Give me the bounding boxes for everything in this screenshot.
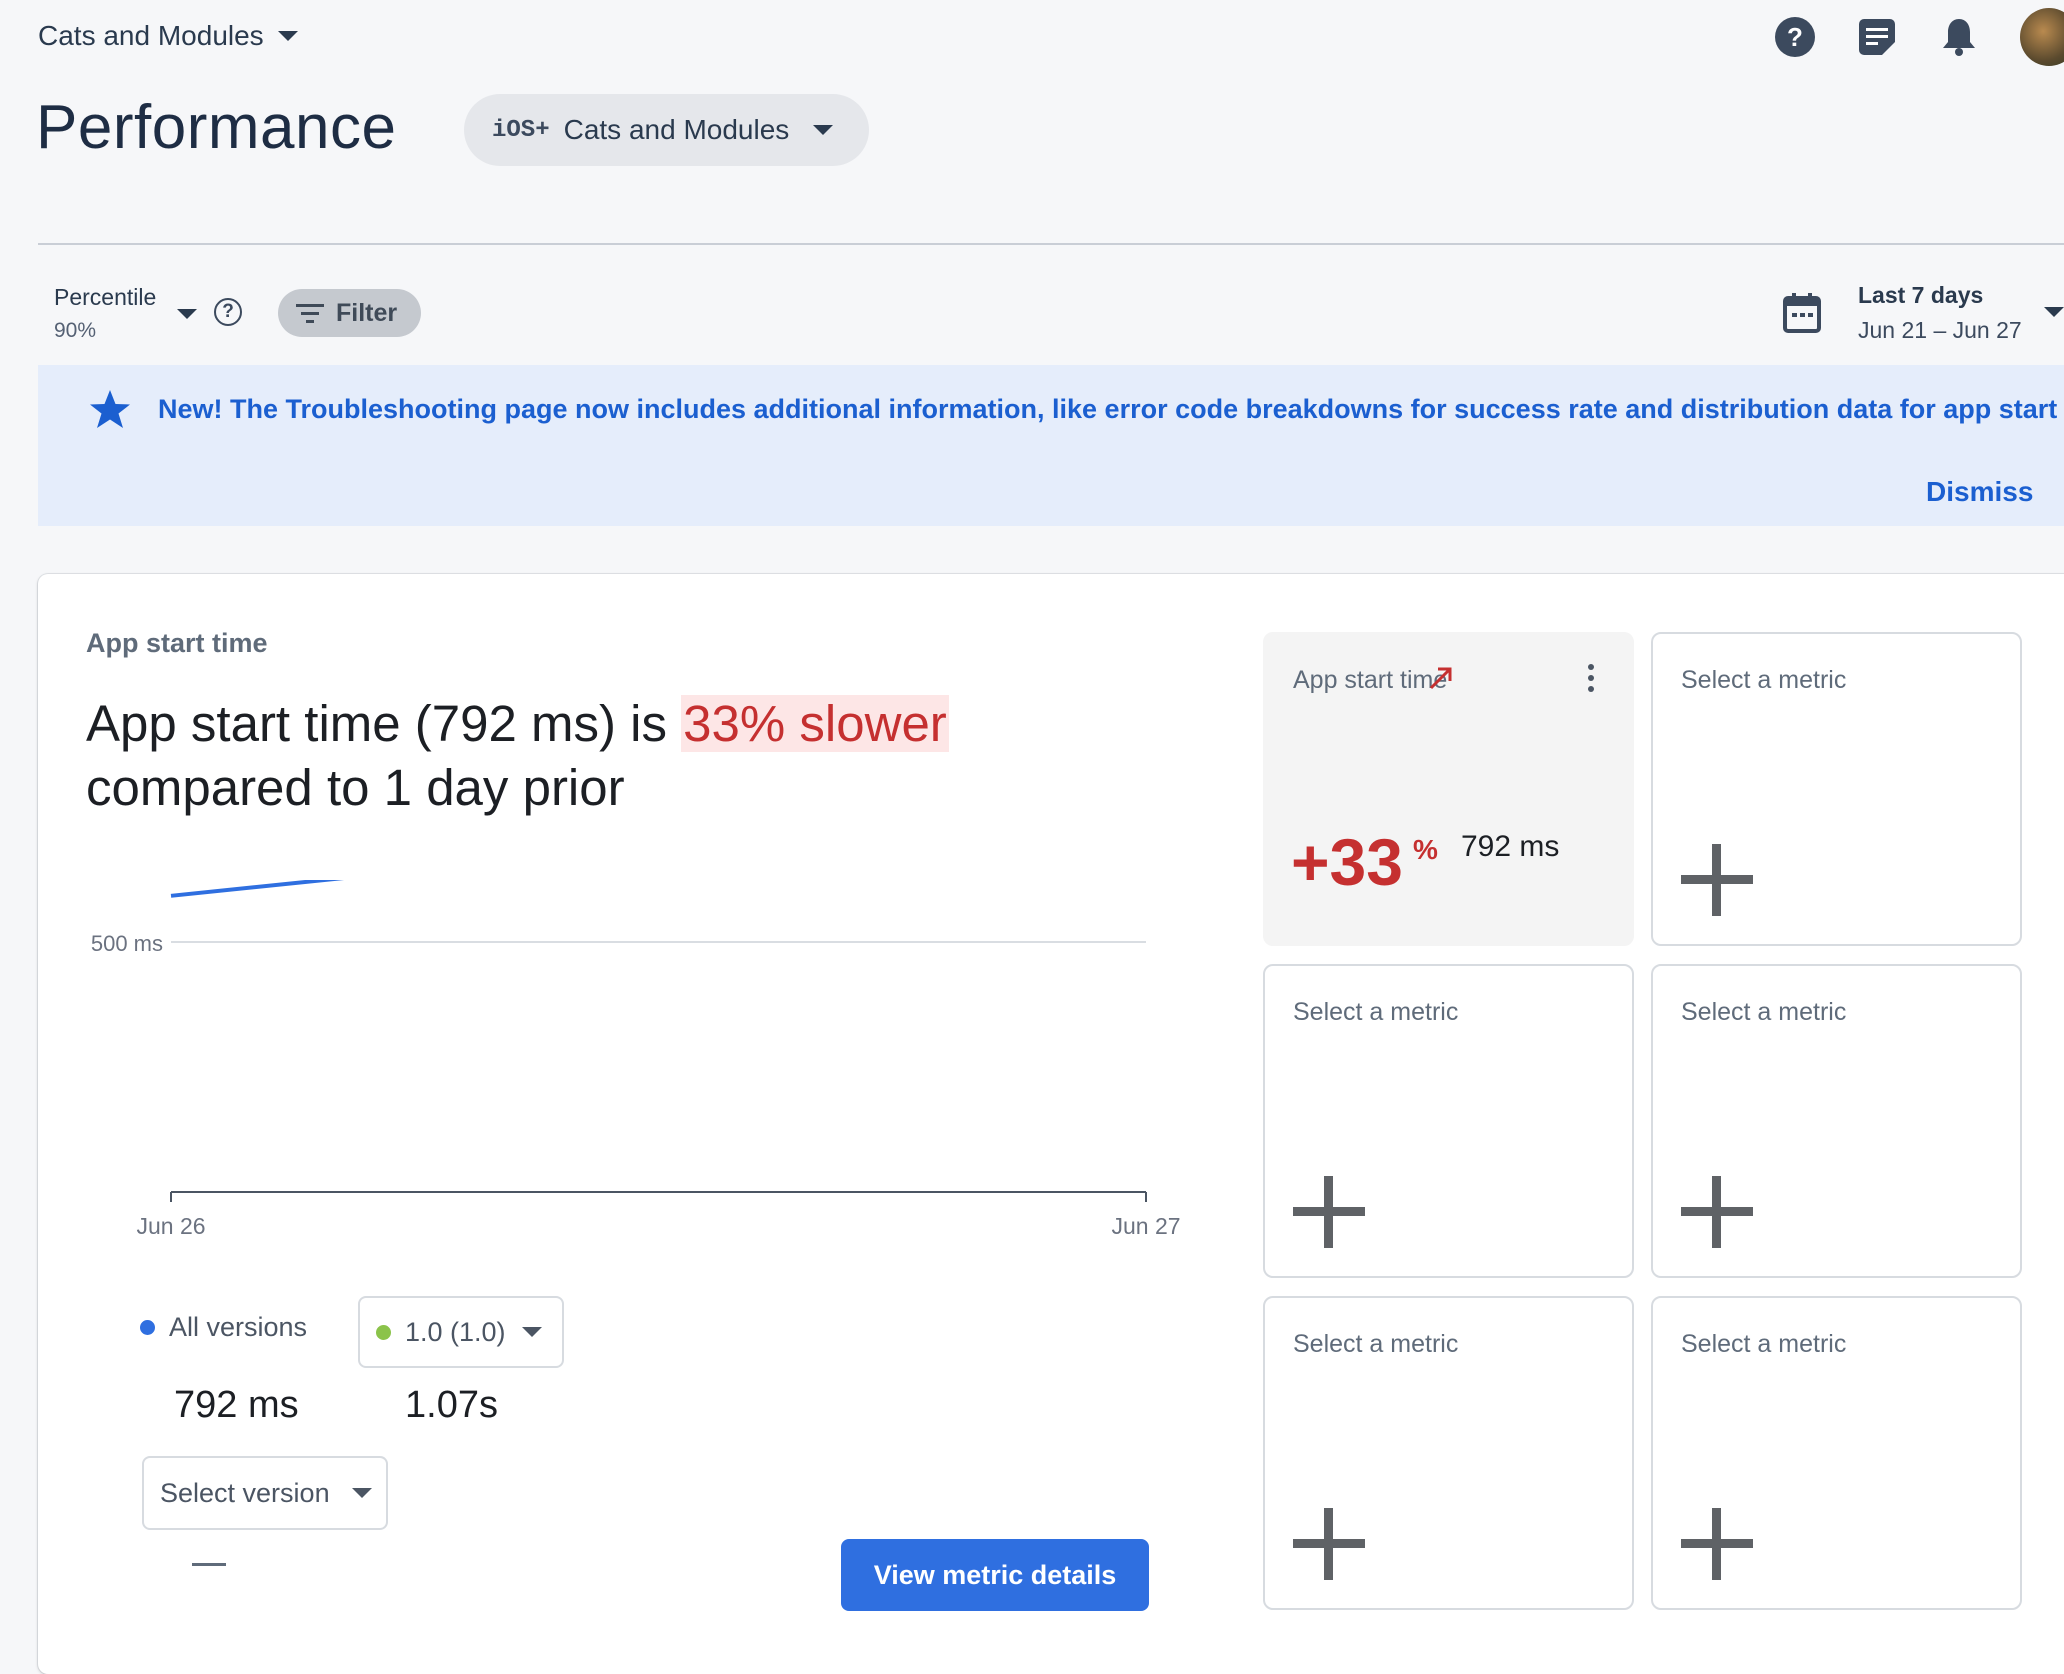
headline-suffix: compared to 1 day prior: [86, 759, 625, 816]
select-version-label: Select version: [160, 1477, 330, 1508]
all-versions-dot: [140, 1320, 155, 1335]
legend-all-versions: All versions: [140, 1312, 307, 1343]
metric-tile-app-start[interactable]: App start time +33 % 792 ms: [1263, 632, 1634, 946]
x-tick-label: Jun 27: [1111, 1213, 1180, 1239]
percentile-label: Percentile: [54, 284, 157, 310]
tile-label: Select a metric: [1681, 998, 1847, 1026]
card-label: App start time: [86, 628, 268, 658]
date-range-picker[interactable]: Last 7 days Jun 21 – Jun 27: [1782, 282, 2022, 344]
add-icon: [1293, 1508, 1365, 1580]
tile-label: App start time: [1293, 666, 1448, 694]
version-label: 1.0 (1.0): [405, 1316, 506, 1347]
tile-label: Select a metric: [1681, 666, 1847, 694]
metric-tile-empty[interactable]: Select a metric: [1651, 1296, 2022, 1610]
value-version: 1.07s: [405, 1384, 498, 1426]
notifications-icon[interactable]: [1938, 16, 1980, 58]
headline-highlight: 33% slower: [681, 695, 949, 752]
y-tick-label: 500 ms: [91, 931, 163, 956]
tile-change: +33: [1291, 825, 1403, 899]
metric-tile-empty[interactable]: Select a metric: [1651, 964, 2022, 1278]
add-icon: [1293, 1176, 1365, 1248]
metric-tile-empty[interactable]: Select a metric: [1263, 964, 1634, 1278]
line-chart: 500 ms1.00sJun 26Jun 27: [91, 880, 1181, 1239]
percentile-help-icon[interactable]: ?: [214, 298, 242, 326]
more-vert-icon[interactable]: [1588, 664, 1596, 692]
chevron-down-icon: [277, 31, 298, 41]
tile-change-unit: %: [1413, 834, 1438, 865]
filter-button[interactable]: Filter: [278, 289, 422, 337]
date-range-dates: Jun 21 – Jun 27: [1858, 317, 2022, 343]
select-version-dropdown[interactable]: Select version: [142, 1456, 388, 1530]
help-icon[interactable]: ?: [1774, 16, 1816, 58]
empty-value-dash: [192, 1563, 226, 1566]
calendar-icon: [1783, 293, 1821, 333]
tile-label: Select a metric: [1293, 1330, 1459, 1358]
top-actions: ?: [1774, 8, 2064, 66]
chevron-down-icon: [813, 125, 834, 135]
chevron-down-icon: [521, 1327, 542, 1337]
percentile-dropdown-icon[interactable]: [177, 309, 197, 319]
tile-value: 792 ms: [1461, 830, 1560, 863]
version-dot: [376, 1324, 391, 1340]
add-icon: [1681, 1508, 1753, 1580]
metric-tile-empty[interactable]: Select a metric: [1263, 1296, 1634, 1610]
banner-message: New! The Troubleshooting page now includ…: [158, 394, 2058, 424]
view-metric-details-button[interactable]: View metric details: [841, 1539, 1149, 1611]
avatar[interactable]: [2020, 8, 2064, 66]
add-icon: [1681, 1176, 1753, 1248]
percentile-selector[interactable]: Percentile 90%: [54, 284, 156, 343]
date-range-label: Last 7 days: [1858, 282, 1984, 308]
info-banner: [38, 365, 2064, 526]
feedback-icon[interactable]: [1856, 16, 1898, 58]
series-all-versions-line: [170, 880, 345, 898]
filter-icon: [296, 304, 324, 323]
app-selector[interactable]: iOS+ Cats and Modules: [464, 94, 870, 166]
star-icon: [90, 390, 130, 428]
project-switcher[interactable]: Cats and Modules: [38, 20, 298, 52]
tile-label: Select a metric: [1681, 1330, 1847, 1358]
add-icon: [1681, 844, 1753, 916]
ios-platform-badge: iOS+: [492, 116, 550, 144]
trend-up-icon: [1429, 667, 1452, 690]
x-tick-label: Jun 26: [136, 1213, 205, 1239]
app-name: Cats and Modules: [563, 114, 790, 145]
header-divider: [38, 243, 2064, 245]
tile-label: Select a metric: [1293, 998, 1459, 1026]
project-name: Cats and Modules: [38, 20, 264, 51]
metric-tile-empty[interactable]: Select a metric: [1651, 632, 2022, 946]
insight-headline: App start time (792 ms) is 33% slower co…: [86, 692, 1186, 820]
version-selector[interactable]: 1.0 (1.0): [358, 1296, 564, 1368]
value-all-versions: 792 ms: [174, 1384, 299, 1426]
legend-all-label: All versions: [169, 1312, 308, 1342]
headline-prefix: App start time (792 ms) is: [86, 695, 682, 752]
filter-label: Filter: [336, 298, 398, 327]
date-range-dropdown-icon[interactable]: [2044, 307, 2064, 317]
percentile-value: 90%: [54, 319, 97, 342]
chevron-down-icon: [351, 1488, 372, 1498]
page-title: Performance: [36, 93, 397, 162]
dismiss-button[interactable]: Dismiss: [1926, 476, 2033, 508]
svg-text:?: ?: [1787, 22, 1803, 52]
